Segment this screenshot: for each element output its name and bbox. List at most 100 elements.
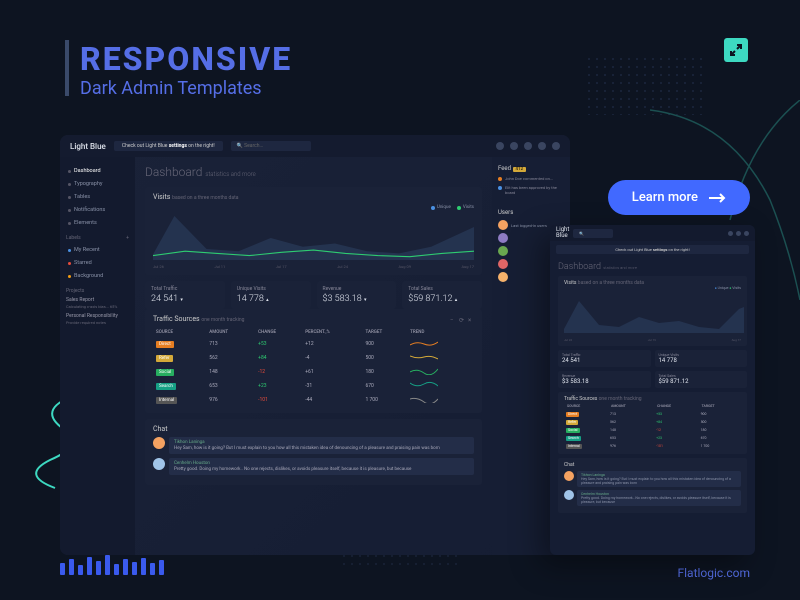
sidebar-project[interactable]: Personal ResponsibilityProvide required … [66,313,129,325]
chat-message: Tikhon LaningaHey Sam, how is it going? … [564,471,741,487]
chart-legend: Unique Visits [431,205,474,210]
users-title: Users [498,209,564,216]
refresh-icon[interactable]: ⟳ [459,317,465,323]
table-row[interactable]: Refer562+84-4500 [153,351,474,365]
traffic-card: Traffic Sources one month tracking −⟳× S… [145,309,482,413]
mobile-stat: Revenue$3 583.18 [558,371,651,388]
visits-chart: Unique Visits [153,205,474,260]
table-row[interactable]: Search653+23-31670 [153,379,474,393]
avatar [153,437,165,449]
mobile-traffic-table: SOURCEAMOUNTCHANGETARGET Direct713+53900… [564,402,741,450]
stat-traffic: Total Traffic24 541 ▾ [145,281,225,309]
card-controls: −⟳× [450,317,474,323]
mobile-notice[interactable]: Check out Light Blue settings on the rig… [556,245,749,254]
sidebar-projects-header: Projects [66,288,129,294]
sidebar-item-notifications[interactable]: Notifications [66,204,129,216]
avatar [498,259,508,269]
dashboard-mobile: LightBlue 🔍 Check out Light Blue setting… [550,225,755,555]
minimize-icon[interactable]: − [450,317,456,323]
stat-revenue: Revenue$3 583.18 ▾ [317,281,397,309]
dashboard-desktop: Light Blue Check out Light Blue settings… [60,135,570,555]
page-title: Dashboard statistics and more [145,165,482,179]
expand-icon[interactable] [724,38,748,62]
chat-message: Cenhelm HoustonPretty good. Doing my hom… [153,458,474,475]
avatar [153,458,165,470]
hero-subtitle: Dark Admin Templates [80,78,262,99]
stat-sales: Total Sales$59 871.12 ▴ [402,281,482,309]
avatar [498,220,508,230]
mobile-logo[interactable]: LightBlue [556,227,569,239]
table-row[interactable]: Internal976-101-441 700 [153,393,474,407]
decoration-bars [60,555,164,575]
table-row[interactable]: Direct713+53+12900 [153,337,474,351]
search-input[interactable]: 🔍 [573,229,613,238]
table-row[interactable]: Internal976-1011 700 [564,442,741,450]
app-logo[interactable]: Light Blue [70,142,106,151]
arrow-right-icon [708,193,726,203]
settings-icon[interactable] [744,231,749,236]
power-icon[interactable] [552,142,560,150]
mobile-stat: Total Traffic24 541 [558,350,651,367]
stats-row: Total Traffic24 541 ▾ Unique Visits14 77… [145,281,482,309]
mobile-traffic-card: Traffic Sources one month tracking SOURC… [558,392,747,454]
sidebar-item-tables[interactable]: Tables [66,191,129,203]
accent-bar [65,40,69,96]
grid-icon[interactable] [524,142,532,150]
avatar [564,490,574,500]
feed-title: Feed 412 [498,165,564,172]
mobile-visits-card: Visits based on a three months data ● Un… [558,276,747,346]
mobile-stat: Total Sales$59 871.12 [655,371,748,388]
feed-item[interactable]: Elit has been approved by the board [498,185,564,195]
main-content: Dashboard statistics and more Visits bas… [135,157,492,555]
table-row[interactable]: Social148-12180 [564,426,741,434]
chat-icon[interactable] [728,231,733,236]
chat-title: Chat [153,425,474,433]
chat-message: Tikhon LaningaHey Sam, how is it going? … [153,437,474,454]
mobile-chart [564,293,744,333]
chat-card: Chat Tikhon LaningaHey Sam, how is it go… [145,419,482,485]
header-icons [496,142,560,150]
feed-item[interactable]: John Doe commented on... [498,176,564,181]
sidebar-item-elements[interactable]: Elements [66,217,129,229]
traffic-title: Traffic Sources one month tracking [153,315,244,323]
sidebar-project[interactable]: Sales ReportCalculating x-axis bias... 6… [66,297,129,309]
avatar [498,233,508,243]
chart-x-axis: Jul 26Jul 11Jul 17Jul 24Aug 09Aug 17 [153,264,474,269]
learn-more-button[interactable]: Learn more [608,180,750,215]
search-input[interactable]: 🔍 Search... [231,141,311,151]
sidebar: Dashboard Typography Tables Notification… [60,157,135,555]
mobile-page-title: Dashboard statistics and more [558,262,747,272]
brand-link[interactable]: Flatlogic.com [677,566,750,580]
traffic-table: SOURCEAMOUNTCHANGEPERCENT.,%TARGETTREND … [153,328,474,407]
visits-card: Visits based on a three months data Uniq… [145,187,482,275]
sidebar-labels-header: Labels+ [66,235,129,241]
table-row[interactable]: Social148-12+61180 [153,365,474,379]
mobile-header: LightBlue 🔍 [550,225,755,241]
sidebar-label-background[interactable]: Background [66,270,129,282]
notification-icon[interactable] [736,231,741,236]
learn-more-label: Learn more [632,190,698,205]
chat-message: Cenhelm HoustonPretty good. Doing my hom… [564,490,741,506]
sidebar-item-typography[interactable]: Typography [66,178,129,190]
settings-icon[interactable] [538,142,546,150]
avatar [498,246,508,256]
close-icon[interactable]: × [468,317,474,323]
mobile-chat-card: Chat Tikhon LaningaHey Sam, how is it go… [558,458,747,513]
plus-icon[interactable]: + [126,235,129,241]
visits-title: Visits based on a three months data [153,193,474,201]
table-row[interactable]: Search653+23670 [564,434,741,442]
table-row[interactable]: Direct713+53900 [564,410,741,418]
sidebar-label-recent[interactable]: My Recent [66,244,129,256]
header-notice[interactable]: Check out Light Blue settings on the rig… [114,141,223,151]
hero-title: RESPONSIVE [80,40,292,78]
chat-icon[interactable] [496,142,504,150]
avatar [564,471,574,481]
avatar [498,272,508,282]
stat-unique: Unique Visits14 778 ▴ [231,281,311,309]
notification-icon[interactable] [510,142,518,150]
mobile-stat: Unique Visits14 778 [655,350,748,367]
sidebar-label-starred[interactable]: Starred [66,257,129,269]
sidebar-item-dashboard[interactable]: Dashboard [66,165,129,177]
app-header: Light Blue Check out Light Blue settings… [60,135,570,157]
table-row[interactable]: Refer562+84500 [564,418,741,426]
